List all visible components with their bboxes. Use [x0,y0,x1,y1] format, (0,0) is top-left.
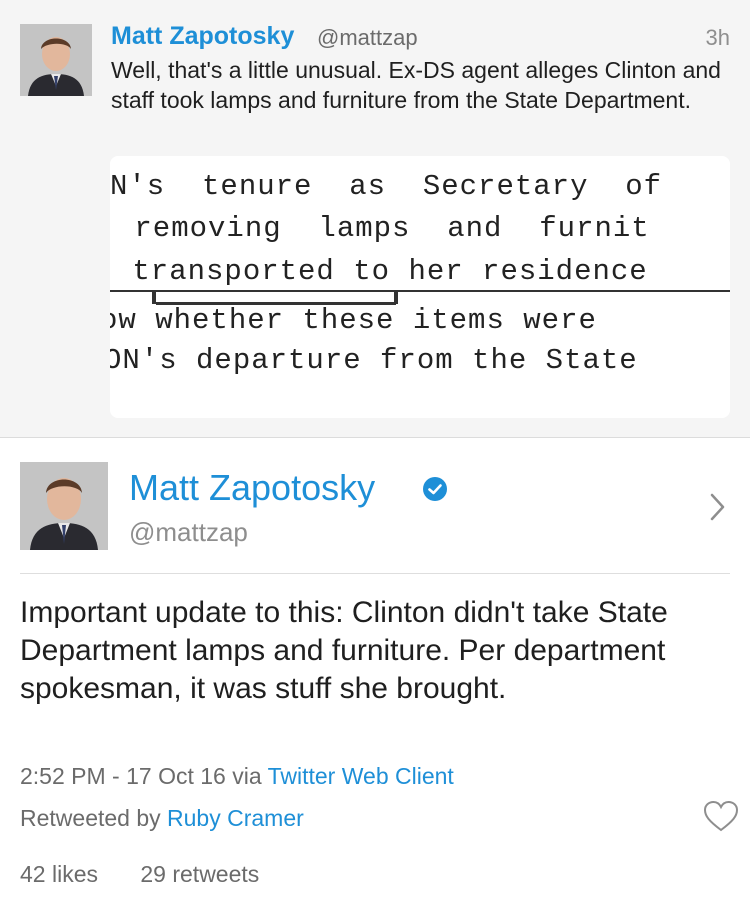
quoted-media-image[interactable]: N's tenure as Secretary of removing lamp… [110,156,730,418]
retweeted-by-label: Retweeted by [20,805,161,831]
client-link[interactable]: Twitter Web Client [268,763,454,789]
tweet-meta: 2:52 PM - 17 Oct 16 via Twitter Web Clie… [20,763,454,790]
likes-count[interactable]: 42 likes [20,861,98,887]
quoted-author-avatar[interactable] [20,24,92,96]
avatar-photo [20,24,92,96]
via-label: via [232,763,262,789]
tweet-timestamp: 2:52 PM - 17 Oct 16 [20,763,226,789]
verified-badge-icon [423,477,447,501]
document-line: ow whether these items were [110,304,597,337]
quoted-author-handle: @mattzap [317,25,418,50]
retweet-attribution: Retweeted by Ruby Cramer [20,805,304,832]
document-line: N's tenure as Secretary of [110,170,663,203]
quoted-tweet-text: Well, that's a little unusual. Ex-DS age… [111,57,721,113]
avatar-photo [20,462,108,550]
retweeter-link[interactable]: Ruby Cramer [167,805,304,831]
tweet-text: Important update to this: Clinton didn't… [20,596,668,705]
quoted-tweet[interactable]: Matt Zapotosky @mattzap 3h Well, that's … [0,0,750,438]
tweet-stats: 42 likes 29 retweets [20,861,295,888]
divider [20,573,730,574]
quoted-author-name[interactable]: Matt Zapotosky [111,22,294,51]
heart-icon[interactable] [703,800,739,834]
retweets-count[interactable]: 29 retweets [140,861,259,887]
document-line: ON's departure from the State [110,344,638,377]
author-avatar[interactable] [20,462,108,550]
chevron-right-icon[interactable] [708,491,728,523]
author-name[interactable]: Matt Zapotosky [129,467,375,509]
author-handle: @mattzap [129,517,248,547]
quoted-timestamp: 3h [705,25,730,50]
document-line: transported to her residence [114,255,648,288]
document-underline [110,290,730,292]
document-bracket-right [394,290,398,304]
document-line: removing lamps and furnit [116,212,650,245]
